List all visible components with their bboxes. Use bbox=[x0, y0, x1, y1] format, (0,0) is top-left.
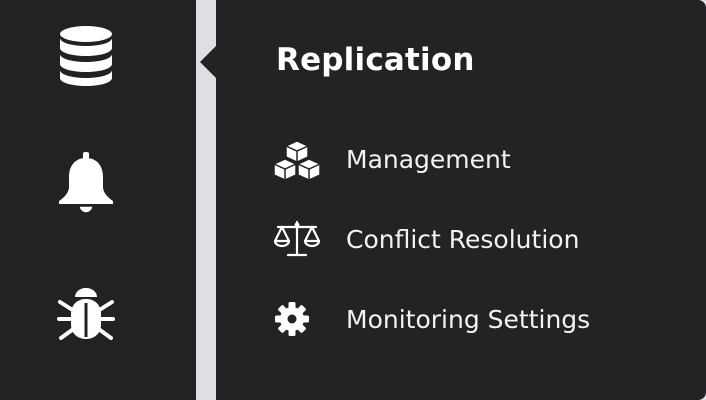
menu-item-label: Management bbox=[346, 144, 511, 174]
sidebar bbox=[0, 0, 196, 400]
menu-item-monitoring-settings[interactable]: Monitoring Settings bbox=[272, 294, 692, 344]
bug-icon bbox=[57, 283, 115, 343]
bell-icon bbox=[57, 152, 115, 214]
menu-item-label: Conflict Resolution bbox=[346, 224, 580, 254]
replication-flyout-menu: Replication Management Conflict Resoluti… bbox=[216, 0, 706, 400]
menu-item-conflict-resolution[interactable]: Conflict Resolution bbox=[272, 214, 692, 264]
sidebar-item-database[interactable] bbox=[55, 24, 117, 86]
gear-icon bbox=[272, 294, 324, 344]
sidebar-item-debug[interactable] bbox=[55, 282, 117, 344]
cubes-icon bbox=[272, 134, 324, 184]
sidebar-item-notifications[interactable] bbox=[55, 152, 117, 214]
popup-title: Replication bbox=[276, 42, 475, 78]
menu-item-label: Monitoring Settings bbox=[346, 304, 591, 334]
database-icon bbox=[58, 24, 114, 86]
balance-scale-icon bbox=[272, 214, 324, 264]
menu-item-management[interactable]: Management bbox=[272, 134, 692, 184]
